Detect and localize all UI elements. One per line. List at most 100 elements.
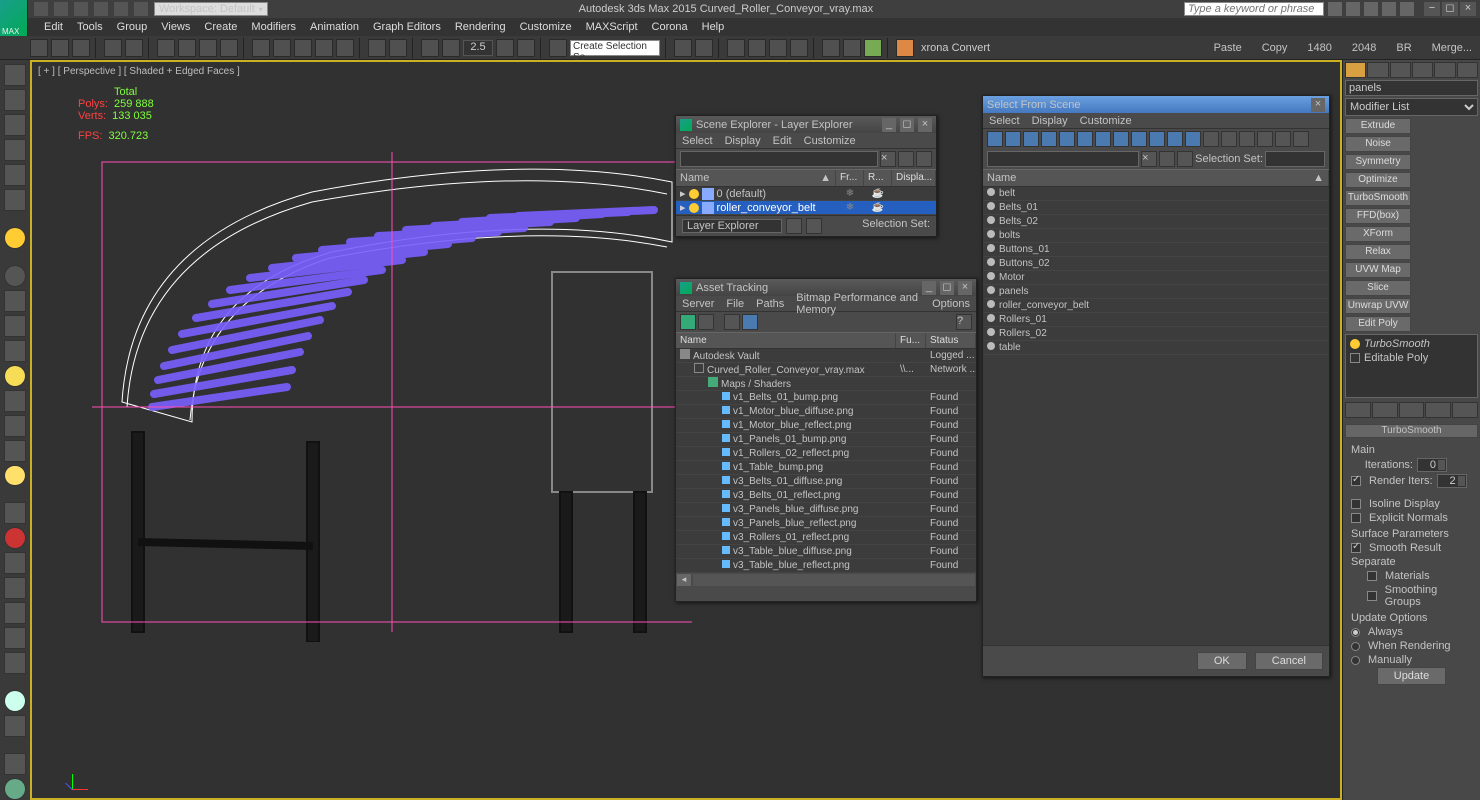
- tool-anglesnap-icon[interactable]: [442, 39, 460, 57]
- menu-customize[interactable]: Customize: [804, 135, 856, 147]
- display-influences-icon[interactable]: [1257, 131, 1273, 147]
- mod-symmetry[interactable]: Symmetry: [1345, 154, 1411, 170]
- smoothresult-check[interactable]: [1351, 543, 1361, 553]
- asset-row[interactable]: v1_Table_bump.pngFound: [676, 461, 976, 475]
- tool-scale-icon[interactable]: [294, 39, 312, 57]
- side-sphere-icon[interactable]: [4, 265, 26, 287]
- asset-row[interactable]: v3_Panels_blue_diffuse.pngFound: [676, 503, 976, 517]
- renderiters-spinner[interactable]: 2: [1437, 474, 1467, 488]
- asset-row[interactable]: v1_Belts_01_bump.pngFound: [676, 391, 976, 405]
- side-cloth-icon[interactable]: [4, 652, 26, 674]
- scrollbar[interactable]: [693, 574, 975, 586]
- lock-icon[interactable]: [898, 151, 914, 167]
- side-tab2-icon[interactable]: [4, 89, 26, 111]
- menu-maxscript[interactable]: MAXScript: [586, 21, 638, 33]
- menu-paths[interactable]: Paths: [756, 298, 784, 310]
- clear-icon[interactable]: ×: [880, 151, 896, 167]
- refresh-icon[interactable]: [680, 314, 696, 330]
- tool-rotate-icon[interactable]: [273, 39, 291, 57]
- asset-row[interactable]: v3_Belts_01_diffuse.pngFound: [676, 475, 976, 489]
- scroll-left-icon[interactable]: ◂: [677, 574, 691, 586]
- menu-create[interactable]: Create: [204, 21, 237, 33]
- mod-editpoly[interactable]: Edit Poly: [1345, 316, 1411, 332]
- menu-server[interactable]: Server: [682, 298, 714, 310]
- filter-light-icon[interactable]: [1041, 131, 1057, 147]
- menu-corona[interactable]: Corona: [652, 21, 688, 33]
- side-hair-icon[interactable]: [4, 627, 26, 649]
- min-button[interactable]: _: [882, 118, 896, 132]
- side-yellow-icon[interactable]: [4, 365, 26, 387]
- side-sun-icon[interactable]: [4, 465, 26, 487]
- tool-keymode-icon[interactable]: [389, 39, 407, 57]
- side-geo-icon[interactable]: [4, 315, 26, 337]
- table-icon[interactable]: [742, 314, 758, 330]
- asset-row[interactable]: v3_Table_blue_reflect.pngFound: [676, 559, 976, 573]
- scene-node-row[interactable]: Buttons_01: [983, 243, 1329, 257]
- qat-redo-icon[interactable]: [114, 2, 128, 16]
- tool-rendersetup-icon[interactable]: [822, 39, 840, 57]
- tool-link-icon[interactable]: [30, 39, 48, 57]
- rollout-header[interactable]: TurboSmooth: [1345, 424, 1478, 438]
- menu-display[interactable]: Display: [725, 135, 761, 147]
- display-layers-icon[interactable]: [1275, 131, 1291, 147]
- asset-row[interactable]: v3_Table_blue_diffuse.pngFound: [676, 545, 976, 559]
- tab-display-icon[interactable]: [1434, 62, 1455, 78]
- tool-redo-icon[interactable]: [125, 39, 143, 57]
- lock-icon[interactable]: [1159, 151, 1175, 167]
- tool-material-icon[interactable]: [790, 39, 808, 57]
- tool-selectname-icon[interactable]: [178, 39, 196, 57]
- bitmap-icon[interactable]: [724, 314, 740, 330]
- side-tab3-icon[interactable]: [4, 114, 26, 136]
- workspace-combo[interactable]: Workspace: Default▾: [154, 2, 268, 16]
- tool-unlink-icon[interactable]: [51, 39, 69, 57]
- select-from-scene-dialog[interactable]: Select From Scene× Select Display Custom…: [982, 95, 1330, 677]
- col-name[interactable]: Name: [676, 333, 896, 348]
- scene-node-row[interactable]: panels: [983, 285, 1329, 299]
- asset-tracking-dialog[interactable]: Asset Tracking_◻× Server File Paths Bitm…: [675, 278, 977, 602]
- menu-help[interactable]: Help: [702, 21, 725, 33]
- close-button[interactable]: ×: [918, 118, 932, 132]
- asset-row[interactable]: v3_Panels_blue_reflect.pngFound: [676, 517, 976, 531]
- side-cone-icon[interactable]: [4, 290, 26, 312]
- isoline-check[interactable]: [1351, 499, 1361, 509]
- mod-unwrapuvw[interactable]: Unwrap UVW: [1345, 298, 1411, 314]
- side-pyramid-icon[interactable]: [4, 415, 26, 437]
- scene-node-row[interactable]: Belts_01: [983, 201, 1329, 215]
- col-status[interactable]: Status: [926, 333, 976, 348]
- tab-motion-icon[interactable]: [1412, 62, 1433, 78]
- menu-tools[interactable]: Tools: [77, 21, 103, 33]
- menu-views[interactable]: Views: [161, 21, 190, 33]
- filter-space-icon[interactable]: [1095, 131, 1111, 147]
- asset-row[interactable]: v1_Panels_01_bump.pngFound: [676, 433, 976, 447]
- stack-turbosmooth[interactable]: TurboSmooth: [1348, 337, 1475, 351]
- infocenter-icon[interactable]: [1328, 2, 1342, 16]
- side-cylinder-icon[interactable]: [4, 390, 26, 412]
- viewport-label[interactable]: [ + ] [ Perspective ] [ Shaded + Edged F…: [38, 66, 240, 77]
- tool-window-icon[interactable]: [220, 39, 238, 57]
- max-button[interactable]: ◻: [940, 281, 954, 295]
- stack-unique-icon[interactable]: [1399, 402, 1425, 418]
- menu-group[interactable]: Group: [117, 21, 148, 33]
- menu-select[interactable]: Select: [989, 115, 1020, 127]
- sync-icon[interactable]: [1177, 151, 1193, 167]
- info-merge[interactable]: Merge...: [1432, 42, 1472, 54]
- col-frozen[interactable]: Fr...: [836, 170, 864, 186]
- scene-node-row[interactable]: Buttons_02: [983, 257, 1329, 271]
- filter-container-icon[interactable]: [1167, 131, 1183, 147]
- side-tab6-icon[interactable]: [4, 189, 26, 211]
- filter-helper-icon[interactable]: [1077, 131, 1093, 147]
- filter-group-icon[interactable]: [1113, 131, 1129, 147]
- spinner-snap[interactable]: 2.5: [463, 40, 493, 56]
- min-button[interactable]: _: [922, 281, 936, 295]
- side-box-icon[interactable]: [4, 340, 26, 362]
- menu-animation[interactable]: Animation: [310, 21, 359, 33]
- cancel-button[interactable]: Cancel: [1255, 652, 1323, 670]
- iterations-spinner[interactable]: 0: [1417, 458, 1447, 472]
- tool-mirror-icon[interactable]: [674, 39, 692, 57]
- find-input[interactable]: [987, 151, 1139, 167]
- mod-uvwmap[interactable]: UVW Map: [1345, 262, 1411, 278]
- stack-showend-icon[interactable]: [1372, 402, 1398, 418]
- smoothgroups-check[interactable]: [1367, 591, 1377, 601]
- col-fullpath[interactable]: Fu...: [896, 333, 926, 348]
- asset-row[interactable]: Curved_Roller_Conveyor_vray.max\\...Netw…: [676, 363, 976, 377]
